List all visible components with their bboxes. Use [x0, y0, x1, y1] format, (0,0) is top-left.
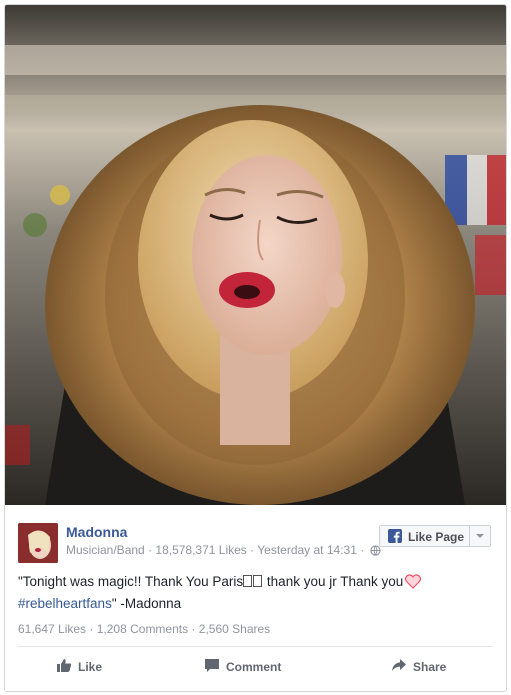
flag-glyph [253, 575, 263, 587]
shares-count[interactable]: 2,560 Shares [199, 622, 270, 636]
photo-illustration [5, 5, 506, 505]
post-meta: Musician/Band · 18,578,371 Likes · Yeste… [66, 543, 381, 559]
share-label: Share [413, 660, 447, 674]
avatar-image [18, 523, 58, 563]
share-button[interactable]: Share [391, 657, 446, 677]
comment-label: Comment [226, 660, 282, 674]
post-card: Madonna Musician/Band · 18,578,371 Likes… [4, 4, 507, 692]
comment-icon [204, 658, 220, 676]
like-button[interactable]: Like [56, 657, 102, 677]
button-divider [469, 526, 470, 546]
page-name[interactable]: Madonna [66, 524, 127, 540]
post-photo[interactable] [5, 5, 506, 505]
likes-count[interactable]: 61,647 Likes [18, 622, 86, 636]
avatar[interactable] [18, 523, 58, 563]
globe-icon [369, 545, 381, 559]
post-timestamp[interactable]: Yesterday at 14:31 [257, 543, 357, 557]
action-bar: Like Comment Share [5, 653, 506, 683]
flag-glyph [243, 575, 253, 587]
thumbs-up-icon [56, 658, 72, 676]
post-text: "Tonight was magic!! Thank You Paris tha… [18, 572, 493, 613]
divider [18, 646, 493, 647]
chevron-down-icon[interactable] [475, 529, 485, 548]
facebook-icon [388, 529, 402, 543]
page-likes-count: 18,578,371 Likes [155, 543, 247, 557]
engagement-stats: 61,647 Likes · 1,208 Comments · 2,560 Sh… [18, 622, 271, 636]
like-page-label: Like Page [408, 530, 465, 544]
like-label: Like [78, 660, 103, 674]
like-page-button[interactable]: Like Page [379, 525, 491, 547]
page-category: Musician/Band [66, 543, 145, 557]
comments-count[interactable]: 1,208 Comments [97, 622, 188, 636]
heart-icon [405, 574, 422, 594]
hashtag-link[interactable]: #rebelheartfans [18, 596, 112, 611]
comment-button[interactable]: Comment [204, 657, 281, 677]
share-arrow-icon [391, 658, 407, 676]
post-header: Madonna Musician/Band · 18,578,371 Likes… [5, 513, 506, 565]
